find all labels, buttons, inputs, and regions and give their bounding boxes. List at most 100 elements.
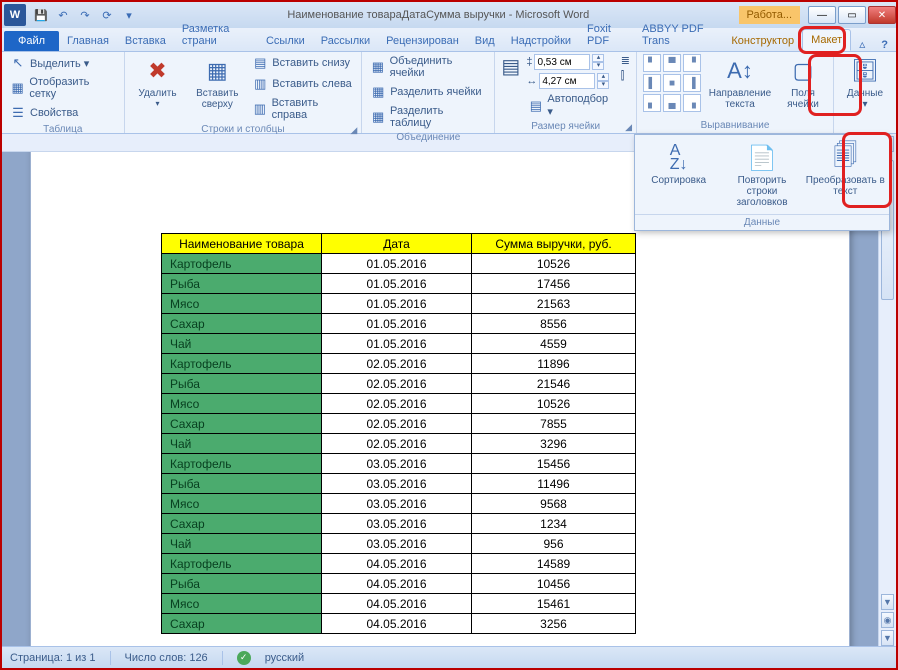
spin-down[interactable]: ▾: [597, 81, 609, 89]
tab-layout[interactable]: Макет: [802, 29, 851, 51]
cell-name[interactable]: Мясо: [162, 494, 322, 514]
cell-sum[interactable]: 3296: [472, 434, 636, 454]
align-bc[interactable]: ▄: [663, 94, 681, 112]
next-page-button[interactable]: ▼: [881, 630, 894, 646]
text-direction-button[interactable]: A↕ Направление текста: [707, 54, 773, 110]
repeat-icon[interactable]: ⟳: [98, 6, 116, 24]
cell-sum[interactable]: 11496: [472, 474, 636, 494]
split-cells-button[interactable]: ▦Разделить ячейки: [368, 83, 488, 101]
cell-sum[interactable]: 8556: [472, 314, 636, 334]
col-header-sum[interactable]: Сумма выручки, руб.: [472, 234, 636, 254]
cell-sum[interactable]: 956: [472, 534, 636, 554]
save-icon[interactable]: 💾: [32, 6, 50, 24]
cell-sum[interactable]: 21546: [472, 374, 636, 394]
status-word-count[interactable]: Число слов: 126: [125, 652, 208, 664]
table-row[interactable]: Рыба03.05.201611496: [162, 474, 636, 494]
cell-date[interactable]: 04.05.2016: [322, 554, 472, 574]
cell-sum[interactable]: 17456: [472, 274, 636, 294]
cell-name[interactable]: Рыба: [162, 574, 322, 594]
undo-icon[interactable]: ↶: [54, 6, 72, 24]
cell-name[interactable]: Картофель: [162, 354, 322, 374]
cell-name[interactable]: Сахар: [162, 314, 322, 334]
table-row[interactable]: Сахар02.05.20167855: [162, 414, 636, 434]
table-row[interactable]: Чай03.05.2016956: [162, 534, 636, 554]
cell-date[interactable]: 04.05.2016: [322, 594, 472, 614]
convert-to-text-button[interactable]: 🗐 Преобразовать в текст: [804, 139, 887, 212]
tab-home[interactable]: Главная: [59, 31, 117, 51]
col-width-input[interactable]: [539, 73, 595, 89]
cell-name[interactable]: Чай: [162, 334, 322, 354]
show-grid-button[interactable]: ▦Отобразить сетку: [8, 75, 118, 101]
cell-date[interactable]: 03.05.2016: [322, 494, 472, 514]
align-mc[interactable]: ■: [663, 74, 681, 92]
tab-insert[interactable]: Вставка: [117, 31, 174, 51]
cell-date[interactable]: 01.05.2016: [322, 294, 472, 314]
cell-sum[interactable]: 10526: [472, 254, 636, 274]
col-header-name[interactable]: Наименование товара: [162, 234, 322, 254]
row-height-spinner[interactable]: ‡ ▴▾: [526, 54, 614, 70]
cell-name[interactable]: Рыба: [162, 474, 322, 494]
tab-abbyy[interactable]: ABBYY PDF Trans: [634, 19, 723, 51]
status-language[interactable]: русский: [265, 652, 304, 664]
cell-date[interactable]: 01.05.2016: [322, 274, 472, 294]
align-mr[interactable]: ▐: [683, 74, 701, 92]
align-tc[interactable]: ▀: [663, 54, 681, 72]
table-row[interactable]: Мясо02.05.201610526: [162, 394, 636, 414]
table-row[interactable]: Рыба02.05.201621546: [162, 374, 636, 394]
insert-bottom-button[interactable]: ▤Вставить снизу: [250, 54, 355, 72]
cell-date[interactable]: 03.05.2016: [322, 514, 472, 534]
cell-sum[interactable]: 3256: [472, 614, 636, 634]
cell-date[interactable]: 04.05.2016: [322, 574, 472, 594]
cell-date[interactable]: 02.05.2016: [322, 354, 472, 374]
scroll-down-button[interactable]: ▼: [881, 594, 894, 610]
spin-up[interactable]: ▴: [592, 54, 604, 62]
cell-name[interactable]: Рыба: [162, 274, 322, 294]
cell-name[interactable]: Сахар: [162, 514, 322, 534]
col-width-spinner[interactable]: ↔ ▴▾: [526, 73, 614, 89]
table-row[interactable]: Сахар01.05.20168556: [162, 314, 636, 334]
cell-sum[interactable]: 4559: [472, 334, 636, 354]
align-tr[interactable]: ▝: [683, 54, 701, 72]
redo-icon[interactable]: ↷: [76, 6, 94, 24]
table-row[interactable]: Мясо01.05.201621563: [162, 294, 636, 314]
data-table[interactable]: Наименование товара Дата Сумма выручки, …: [161, 233, 636, 634]
cell-date[interactable]: 02.05.2016: [322, 414, 472, 434]
tab-foxit[interactable]: Foxit PDF: [579, 19, 634, 51]
cell-date[interactable]: 03.05.2016: [322, 454, 472, 474]
tab-references[interactable]: Ссылки: [258, 31, 313, 51]
cell-name[interactable]: Сахар: [162, 614, 322, 634]
row-height-input[interactable]: [534, 54, 590, 70]
cell-name[interactable]: Мясо: [162, 294, 322, 314]
cell-name[interactable]: Мясо: [162, 394, 322, 414]
cell-sum[interactable]: 1234: [472, 514, 636, 534]
table-row[interactable]: Картофель04.05.201614589: [162, 554, 636, 574]
qat-more-icon[interactable]: ▾: [120, 6, 138, 24]
cell-date[interactable]: 04.05.2016: [322, 614, 472, 634]
align-ml[interactable]: ▌: [643, 74, 661, 92]
table-row[interactable]: Чай02.05.20163296: [162, 434, 636, 454]
tab-mailings[interactable]: Рассылки: [313, 31, 378, 51]
cell-name[interactable]: Картофель: [162, 554, 322, 574]
table-row[interactable]: Картофель01.05.201610526: [162, 254, 636, 274]
close-button[interactable]: ✕: [868, 6, 896, 24]
autofit-button[interactable]: ▤Автоподбор ▾: [526, 92, 614, 119]
align-br[interactable]: ▗: [683, 94, 701, 112]
cell-sum[interactable]: 10456: [472, 574, 636, 594]
cell-sum[interactable]: 15461: [472, 594, 636, 614]
align-bl[interactable]: ▖: [643, 94, 661, 112]
table-row[interactable]: Сахар03.05.20161234: [162, 514, 636, 534]
select-button[interactable]: ↖Выделить ▾: [8, 54, 118, 72]
minimize-button[interactable]: —: [808, 6, 836, 24]
cell-name[interactable]: Картофель: [162, 454, 322, 474]
table-row[interactable]: Картофель03.05.201615456: [162, 454, 636, 474]
cell-name[interactable]: Сахар: [162, 414, 322, 434]
ribbon-minimize-icon[interactable]: ▵: [851, 37, 873, 51]
cell-sum[interactable]: 7855: [472, 414, 636, 434]
cell-date[interactable]: 01.05.2016: [322, 314, 472, 334]
table-row[interactable]: Мясо03.05.20169568: [162, 494, 636, 514]
tab-addins[interactable]: Надстройки: [503, 31, 579, 51]
cell-date[interactable]: 02.05.2016: [322, 394, 472, 414]
autofit-icon[interactable]: ▤: [501, 54, 520, 82]
spin-down[interactable]: ▾: [592, 62, 604, 70]
cell-date[interactable]: 01.05.2016: [322, 254, 472, 274]
